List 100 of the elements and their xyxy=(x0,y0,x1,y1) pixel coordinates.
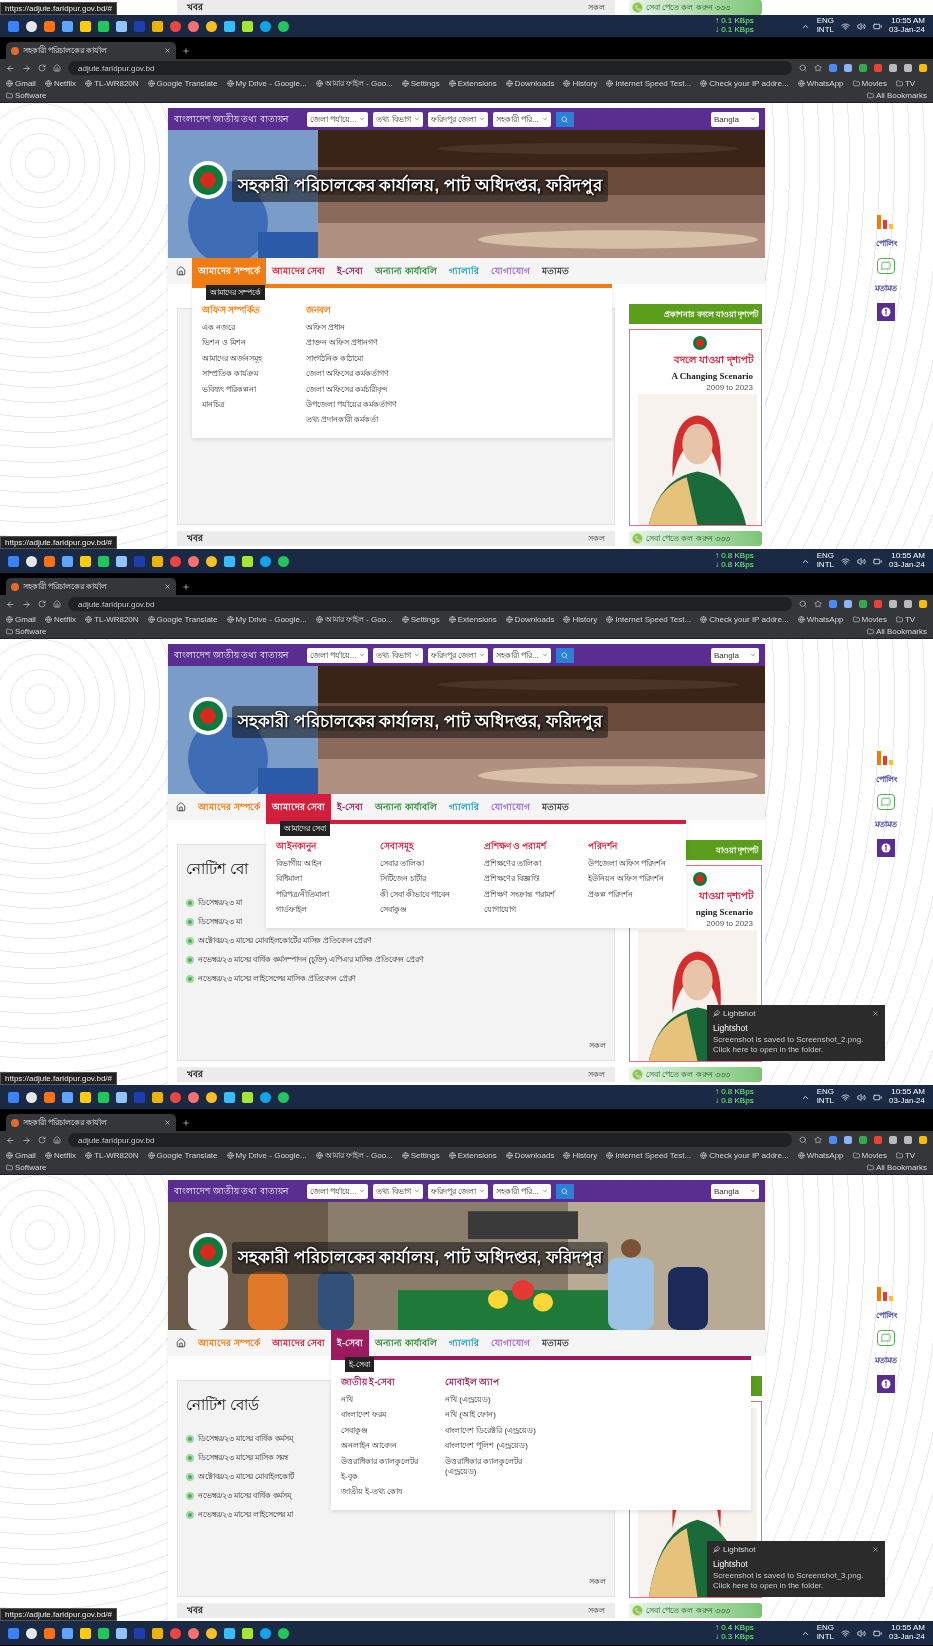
notice-link[interactable]: অক্টোবর/২৩ মাসের মোবাইলকোর্টের মাসিক প্রতিবেদন প্রেরণ xyxy=(198,934,372,947)
taskbar-app-icon[interactable] xyxy=(260,1091,271,1103)
menu-item[interactable]: সাম্প্রতিক কার্যক্রম xyxy=(202,369,259,380)
taskbar-app-icon[interactable] xyxy=(62,1627,73,1639)
taskbar-app-icon[interactable] xyxy=(224,1627,235,1639)
bookmark[interactable]: Internet Speed Test... xyxy=(606,614,692,625)
taskbar-app-icon[interactable] xyxy=(116,555,127,567)
bookmark[interactable]: Software xyxy=(6,90,47,101)
hotline-banner[interactable]: সেবা পেতে কল করুন ৩৩৩ xyxy=(629,1067,762,1082)
taskbar-app-icon[interactable] xyxy=(278,1627,289,1639)
home-icon[interactable] xyxy=(53,1136,61,1144)
taskbar-app-icon[interactable] xyxy=(152,1091,163,1103)
taskbar-app-icon[interactable] xyxy=(242,555,253,567)
taskbar-app-icon[interactable] xyxy=(242,1627,253,1639)
language-select[interactable]: Bangla xyxy=(711,647,759,663)
star-icon[interactable] xyxy=(814,64,822,72)
news-more-link[interactable]: সকল xyxy=(588,1,605,14)
taskbar-app-icon[interactable] xyxy=(62,20,73,32)
battery-icon[interactable] xyxy=(872,21,882,31)
back-icon[interactable] xyxy=(6,1135,15,1145)
bookmark[interactable]: Netflix xyxy=(44,78,77,89)
bookmark[interactable]: TL-WR820N xyxy=(85,78,139,89)
bookmark[interactable]: History xyxy=(563,614,598,625)
forward-icon[interactable] xyxy=(22,63,31,73)
taskbar-app-icon[interactable] xyxy=(116,1627,127,1639)
clock-date[interactable]: 03-Jan-24 xyxy=(888,1097,925,1106)
taskbar-app-icon[interactable] xyxy=(224,20,235,32)
region-select[interactable]: জেলা পর্যায়ে... xyxy=(306,647,369,663)
bar-chart-icon[interactable] xyxy=(876,749,896,765)
nav-tab[interactable]: যোগাযোগ xyxy=(484,1330,536,1356)
taskbar-app-icon[interactable] xyxy=(98,20,109,32)
menu-item[interactable]: উত্তরাধিকার ক্যালকুলেটর (এন্ড্রয়েড) xyxy=(445,1456,545,1478)
close-icon[interactable] xyxy=(164,1119,171,1126)
browser-tab[interactable]: সহকারী পরিচালকের কার্যাল xyxy=(6,42,176,59)
notification-toast[interactable]: Lightshot Lightshot Screenshot is saved to Screenshot_2.png. Click here to open in the folder. xyxy=(707,1005,885,1061)
bookmark[interactable]: Google Translate xyxy=(147,614,218,625)
nav-tab[interactable]: অন্যান্য কার্যাবলি xyxy=(369,1330,443,1356)
menu-item[interactable]: নথি (এন্ড্রয়েড) xyxy=(445,1395,491,1406)
language-indicator[interactable]: ENG xyxy=(816,17,834,26)
bookmark[interactable]: TV xyxy=(895,614,916,625)
menu-item[interactable]: জেলা অফিসের কর্মকর্তাগণ xyxy=(306,369,390,380)
publication-cover[interactable]: বদলে যাওয়া দৃশ্যপট A Changing Scenario 2009 to 2023 xyxy=(629,329,762,526)
menu-item[interactable]: এক নজরে xyxy=(202,323,236,334)
bookmark[interactable]: Gmail xyxy=(6,614,36,625)
notice-link[interactable]: ডিসেম্বর/২৩ মাসের মাসিক সমন্ব xyxy=(198,1451,289,1464)
notice-link[interactable]: নভেম্বর/২৩ মাসের লাইসেন্সের মাসিক প্রতিবেদন প্রেরণ xyxy=(198,972,357,985)
taskbar-app-icon[interactable] xyxy=(188,555,199,567)
menu-item[interactable]: ভিশন ও মিশন xyxy=(202,338,247,349)
bookmark[interactable]: Extensions xyxy=(448,1150,497,1161)
bookmark[interactable]: Check your IP addre... xyxy=(700,78,789,89)
nav-tab[interactable]: আমাদের সেবা xyxy=(265,1330,332,1356)
notice-link[interactable]: ডিসেম্বর/২৩ মাসের বার্ষিক কর্মসম্ xyxy=(198,1432,293,1445)
menu-item[interactable]: অনলাইন আবেদন xyxy=(341,1441,398,1452)
taskbar-app-icon[interactable] xyxy=(26,1091,37,1103)
volume-icon[interactable] xyxy=(856,1628,866,1638)
clock-time[interactable]: 10:55 AM xyxy=(891,1624,925,1633)
hotline-banner[interactable]: সেবা পেতে কল করুন ৩৩৩ xyxy=(629,531,762,546)
portal-title[interactable]: বাংলাদেশ জাতীয় তথ্য বাতায়ন xyxy=(174,1183,288,1199)
taskbar-app-icon[interactable] xyxy=(98,1627,109,1639)
bookmark[interactable]: WhatsApp xyxy=(797,78,844,89)
close-icon[interactable] xyxy=(164,47,171,54)
accessibility-button[interactable] xyxy=(877,1375,895,1393)
bookmark[interactable]: Internet Speed Test... xyxy=(606,78,692,89)
taskbar-app-icon[interactable] xyxy=(98,1091,109,1103)
search-button[interactable] xyxy=(555,1183,574,1199)
search-button[interactable] xyxy=(555,647,574,663)
bookmark[interactable]: My Drive - Google... xyxy=(226,614,307,625)
volume-icon[interactable] xyxy=(856,1092,866,1102)
new-tab-icon[interactable] xyxy=(182,583,190,591)
close-icon[interactable] xyxy=(872,1010,879,1017)
taskbar-app-icon[interactable] xyxy=(260,20,271,32)
battery-icon[interactable] xyxy=(872,1092,882,1102)
bookmark[interactable]: Extensions xyxy=(448,78,497,89)
menu-item[interactable]: সাংগঠনিক কাঠামো xyxy=(306,353,364,365)
home-icon[interactable] xyxy=(53,600,61,608)
reload-icon[interactable] xyxy=(38,1136,46,1144)
bookmark[interactable]: Check your IP addre... xyxy=(700,614,789,625)
bar-chart-icon[interactable] xyxy=(876,1285,896,1301)
nav-tab[interactable]: যোগাযোগ xyxy=(484,258,536,284)
back-icon[interactable] xyxy=(6,599,15,609)
nav-tab[interactable]: আমাদের সেবা xyxy=(265,258,332,284)
bookmark[interactable]: TL-WR820N xyxy=(85,1150,139,1161)
bookmark[interactable]: Google Translate xyxy=(147,78,218,89)
taskbar-app-icon[interactable] xyxy=(206,1091,217,1103)
taskbar-app-icon[interactable] xyxy=(278,20,289,32)
language-select[interactable]: Bangla xyxy=(711,1183,759,1199)
home-icon[interactable] xyxy=(53,64,61,72)
clock-date[interactable]: 03-Jan-24 xyxy=(888,1633,925,1642)
hotline-banner[interactable]: সেবা পেতে কল করুন ৩৩৩ xyxy=(629,0,762,15)
taskbar-app-icon[interactable] xyxy=(26,20,37,32)
region-select[interactable]: তথ্য বিভাগ xyxy=(373,111,423,127)
bar-chart-icon[interactable] xyxy=(876,213,896,229)
taskbar-app-icon[interactable] xyxy=(224,555,235,567)
taskbar-app-icon[interactable] xyxy=(152,20,163,32)
bookmark[interactable]: Netflix xyxy=(44,614,77,625)
menu-item[interactable]: নথি (আই ফোন) xyxy=(445,1410,496,1421)
widget-label[interactable]: পোলিং xyxy=(875,237,897,250)
chat-button[interactable] xyxy=(877,794,895,810)
taskbar-app-icon[interactable] xyxy=(242,20,253,32)
bookmark[interactable]: History xyxy=(563,78,598,89)
